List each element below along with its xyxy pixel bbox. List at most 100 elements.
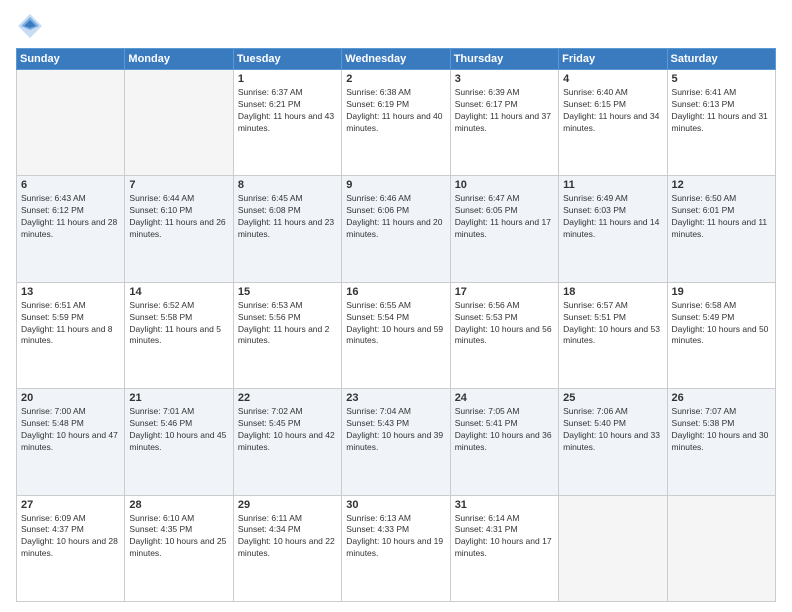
day-info: Sunrise: 7:01 AMSunset: 5:46 PMDaylight:…: [129, 406, 228, 454]
weekday-header-sunday: Sunday: [17, 49, 125, 70]
calendar-day-cell: 24Sunrise: 7:05 AMSunset: 5:41 PMDayligh…: [450, 389, 558, 495]
day-number: 11: [563, 179, 662, 191]
calendar-day-cell: 2 Sunrise: 6:38 AMSunset: 6:19 PMDaylight…: [342, 70, 450, 176]
day-number: 30: [346, 499, 445, 511]
day-info: Sunrise: 6:53 AMSunset: 5:56 PMDaylight:…: [238, 300, 337, 348]
day-info: Sunrise: 6:45 AMSunset: 6:08 PMDaylight:…: [238, 193, 337, 241]
logo: [16, 12, 48, 40]
calendar-day-cell: 13 Sunrise: 6:51 AMSunset: 5:59 PMDayligh…: [17, 282, 125, 388]
weekday-header-monday: Monday: [125, 49, 233, 70]
weekday-header-row: SundayMondayTuesdayWednesdayThursdayFrid…: [17, 49, 776, 70]
day-info: Sunrise: 6:40 AMSunset: 6:15 PMDaylight:…: [563, 87, 662, 135]
day-info: Sunrise: 6:46 AMSunset: 6:06 PMDaylight:…: [346, 193, 445, 241]
day-number: 27: [21, 499, 120, 511]
day-number: 17: [455, 286, 554, 298]
day-info: Sunrise: 6:37 AMSunset: 6:21 PMDaylight:…: [238, 87, 337, 135]
day-number: 22: [238, 392, 337, 404]
day-info: Sunrise: 6:39 AMSunset: 6:17 PMDaylight:…: [455, 87, 554, 135]
logo-icon: [16, 12, 44, 40]
calendar-day-cell: 19Sunrise: 6:58 AMSunset: 5:49 PMDayligh…: [667, 282, 775, 388]
day-number: 21: [129, 392, 228, 404]
day-number: 19: [672, 286, 771, 298]
calendar-day-cell: [667, 495, 775, 601]
calendar-day-cell: 20 Sunrise: 7:00 AMSunset: 5:48 PMDayligh…: [17, 389, 125, 495]
day-info: Sunrise: 6:14 AMSunset: 4:31 PMDaylight:…: [455, 513, 554, 561]
day-info: Sunrise: 6:52 AMSunset: 5:58 PMDaylight:…: [129, 300, 228, 348]
calendar-day-cell: 16Sunrise: 6:55 AMSunset: 5:54 PMDayligh…: [342, 282, 450, 388]
day-number: 16: [346, 286, 445, 298]
calendar-day-cell: 4Sunrise: 6:40 AMSunset: 6:15 PMDaylight…: [559, 70, 667, 176]
day-number: 2: [346, 73, 445, 85]
calendar-day-cell: 26Sunrise: 7:07 AMSunset: 5:38 PMDayligh…: [667, 389, 775, 495]
day-number: 10: [455, 179, 554, 191]
day-number: 26: [672, 392, 771, 404]
day-info: Sunrise: 7:00 AMSunset: 5:48 PMDaylight:…: [21, 406, 120, 454]
calendar-week-row: 27 Sunrise: 6:09 AMSunset: 4:37 PMDayligh…: [17, 495, 776, 601]
calendar-day-cell: 12 Sunrise: 6:50 AMSunset: 6:01 PMDayligh…: [667, 176, 775, 282]
day-info: Sunrise: 6:50 AMSunset: 6:01 PMDaylight:…: [672, 193, 771, 241]
calendar-page: SundayMondayTuesdayWednesdayThursdayFrid…: [0, 0, 792, 612]
day-info: Sunrise: 6:57 AMSunset: 5:51 PMDaylight:…: [563, 300, 662, 348]
calendar-day-cell: 18 Sunrise: 6:57 AMSunset: 5:51 PMDayligh…: [559, 282, 667, 388]
calendar-day-cell: 17 Sunrise: 6:56 AMSunset: 5:53 PMDayligh…: [450, 282, 558, 388]
day-number: 6: [21, 179, 120, 191]
calendar-day-cell: 25 Sunrise: 7:06 AMSunset: 5:40 PMDayligh…: [559, 389, 667, 495]
page-header: [16, 12, 776, 40]
day-info: Sunrise: 6:44 AMSunset: 6:10 PMDaylight:…: [129, 193, 228, 241]
day-number: 20: [21, 392, 120, 404]
calendar-day-cell: 7 Sunrise: 6:44 AMSunset: 6:10 PMDaylight…: [125, 176, 233, 282]
day-number: 29: [238, 499, 337, 511]
calendar-day-cell: 23 Sunrise: 7:04 AMSunset: 5:43 PMDayligh…: [342, 389, 450, 495]
calendar-day-cell: 30 Sunrise: 6:13 AMSunset: 4:33 PMDayligh…: [342, 495, 450, 601]
day-number: 12: [672, 179, 771, 191]
day-info: Sunrise: 6:47 AMSunset: 6:05 PMDaylight:…: [455, 193, 554, 241]
day-number: 5: [672, 73, 771, 85]
calendar-week-row: 20 Sunrise: 7:00 AMSunset: 5:48 PMDayligh…: [17, 389, 776, 495]
weekday-header-wednesday: Wednesday: [342, 49, 450, 70]
weekday-header-saturday: Saturday: [667, 49, 775, 70]
calendar-day-cell: 29Sunrise: 6:11 AMSunset: 4:34 PMDayligh…: [233, 495, 341, 601]
day-number: 24: [455, 392, 554, 404]
weekday-header-thursday: Thursday: [450, 49, 558, 70]
calendar-day-cell: 5Sunrise: 6:41 AMSunset: 6:13 PMDaylight…: [667, 70, 775, 176]
day-info: Sunrise: 6:13 AMSunset: 4:33 PMDaylight:…: [346, 513, 445, 561]
day-info: Sunrise: 7:04 AMSunset: 5:43 PMDaylight:…: [346, 406, 445, 454]
day-info: Sunrise: 6:09 AMSunset: 4:37 PMDaylight:…: [21, 513, 120, 561]
day-info: Sunrise: 7:06 AMSunset: 5:40 PMDaylight:…: [563, 406, 662, 454]
calendar-table: SundayMondayTuesdayWednesdayThursdayFrid…: [16, 48, 776, 602]
day-info: Sunrise: 6:51 AMSunset: 5:59 PMDaylight:…: [21, 300, 120, 348]
day-number: 25: [563, 392, 662, 404]
calendar-day-cell: 10 Sunrise: 6:47 AMSunset: 6:05 PMDayligh…: [450, 176, 558, 282]
day-number: 15: [238, 286, 337, 298]
day-info: Sunrise: 6:49 AMSunset: 6:03 PMDaylight:…: [563, 193, 662, 241]
day-info: Sunrise: 6:10 AMSunset: 4:35 PMDaylight:…: [129, 513, 228, 561]
day-number: 3: [455, 73, 554, 85]
calendar-day-cell: [17, 70, 125, 176]
weekday-header-tuesday: Tuesday: [233, 49, 341, 70]
day-number: 13: [21, 286, 120, 298]
calendar-day-cell: [125, 70, 233, 176]
calendar-day-cell: 28 Sunrise: 6:10 AMSunset: 4:35 PMDayligh…: [125, 495, 233, 601]
day-info: Sunrise: 6:38 AMSunset: 6:19 PMDaylight:…: [346, 87, 445, 135]
calendar-day-cell: 31 Sunrise: 6:14 AMSunset: 4:31 PMDayligh…: [450, 495, 558, 601]
calendar-day-cell: 21 Sunrise: 7:01 AMSunset: 5:46 PMDayligh…: [125, 389, 233, 495]
day-number: 28: [129, 499, 228, 511]
day-number: 18: [563, 286, 662, 298]
calendar-day-cell: 3 Sunrise: 6:39 AMSunset: 6:17 PMDaylight…: [450, 70, 558, 176]
calendar-week-row: 1 Sunrise: 6:37 AMSunset: 6:21 PMDaylight…: [17, 70, 776, 176]
calendar-day-cell: 1 Sunrise: 6:37 AMSunset: 6:21 PMDaylight…: [233, 70, 341, 176]
calendar-day-cell: 9Sunrise: 6:46 AMSunset: 6:06 PMDaylight…: [342, 176, 450, 282]
day-number: 1: [238, 73, 337, 85]
day-number: 23: [346, 392, 445, 404]
day-info: Sunrise: 7:02 AMSunset: 5:45 PMDaylight:…: [238, 406, 337, 454]
day-number: 7: [129, 179, 228, 191]
calendar-day-cell: 6Sunrise: 6:43 AMSunset: 6:12 PMDaylight…: [17, 176, 125, 282]
calendar-day-cell: 15 Sunrise: 6:53 AMSunset: 5:56 PMDayligh…: [233, 282, 341, 388]
calendar-day-cell: 14Sunrise: 6:52 AMSunset: 5:58 PMDayligh…: [125, 282, 233, 388]
calendar-week-row: 6Sunrise: 6:43 AMSunset: 6:12 PMDaylight…: [17, 176, 776, 282]
calendar-day-cell: 8Sunrise: 6:45 AMSunset: 6:08 PMDaylight…: [233, 176, 341, 282]
calendar-body: 1 Sunrise: 6:37 AMSunset: 6:21 PMDaylight…: [17, 70, 776, 602]
calendar-day-cell: 27 Sunrise: 6:09 AMSunset: 4:37 PMDayligh…: [17, 495, 125, 601]
day-info: Sunrise: 6:56 AMSunset: 5:53 PMDaylight:…: [455, 300, 554, 348]
day-number: 31: [455, 499, 554, 511]
